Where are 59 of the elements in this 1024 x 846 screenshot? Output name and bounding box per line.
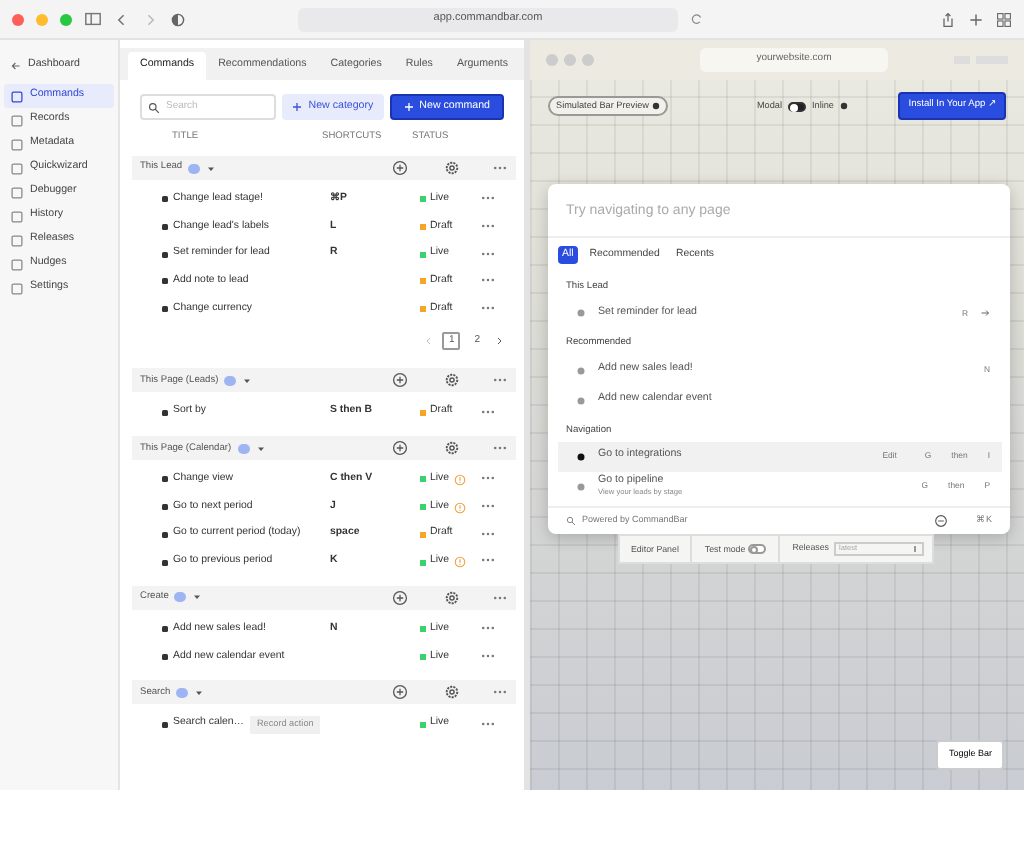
command-icon [576,451,586,462]
reload-icon[interactable] [690,12,704,26]
command-icon [160,249,170,260]
back-icon[interactable] [114,11,130,27]
add-command-icon[interactable] [392,372,408,389]
add-command-icon[interactable] [392,440,408,457]
caret-icon[interactable] [194,687,205,698]
plus-icon [403,102,414,112]
add-command-icon[interactable] [392,589,408,606]
command-icon [160,474,170,485]
share-icon[interactable] [940,11,956,27]
add-command-icon[interactable] [392,684,408,701]
command-icon [160,557,170,568]
command-icon [576,395,586,406]
count-badge [224,375,237,386]
command-icon [160,194,170,205]
caret-icon[interactable] [206,163,217,173]
command-icon [576,481,586,492]
window-dot [582,54,594,66]
plus-icon [292,102,303,112]
caret-icon[interactable] [242,375,253,386]
mode-toggle[interactable] [787,101,806,111]
command-icon [160,304,170,315]
settings-icon[interactable] [444,160,460,176]
caret-icon[interactable] [192,592,203,603]
settings-icon[interactable] [444,684,460,701]
command-icon [160,529,170,540]
command-icon [576,365,586,376]
add-command-icon[interactable] [392,160,408,176]
test-mode-toggle[interactable] [748,543,767,554]
command-icon [160,719,170,730]
count-badge [237,443,250,454]
settings-icon[interactable] [444,440,460,457]
command-icon [160,624,170,635]
count-badge [174,592,187,603]
window-dot [546,54,558,66]
command-icon [576,308,586,319]
warning-icon [453,501,466,514]
command-icon [160,651,170,662]
close-window-button[interactable] [12,13,24,25]
window-dot [564,54,576,66]
tab-overview-icon[interactable] [996,11,1012,27]
back-arrow-icon [10,60,22,72]
new-tab-icon[interactable] [968,11,984,27]
settings-icon[interactable] [444,372,460,389]
count-badge [176,687,189,698]
sidebar-toggle-icon[interactable] [84,10,102,28]
warning-icon [453,556,466,569]
count-badge [188,163,201,173]
warning-icon [453,473,466,486]
command-icon [160,276,170,287]
search-icon [566,515,576,526]
settings-icon[interactable] [444,589,460,606]
command-icon [160,502,170,513]
caret-icon[interactable] [255,443,266,454]
command-icon [160,222,170,233]
command-icon [160,407,170,418]
search-icon [148,101,160,113]
arrow-right-icon [980,308,990,319]
